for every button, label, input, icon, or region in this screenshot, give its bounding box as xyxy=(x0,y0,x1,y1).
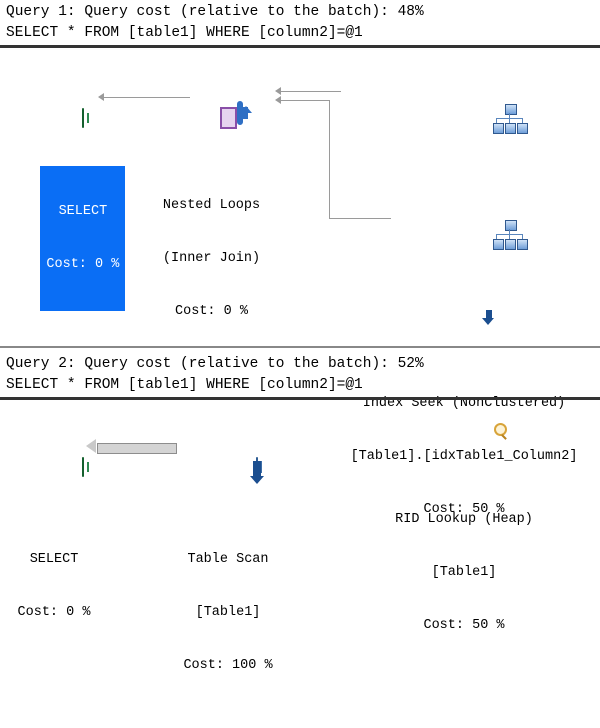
query-2-sql-text: SELECT * FROM [table1] WHERE [column2]=@… xyxy=(6,377,363,393)
result-grid-icon xyxy=(2,440,106,494)
plan-node-select-2-labels: SELECT Cost: 0 % xyxy=(17,552,91,620)
plan-node-rid-lookup-labels: RID Lookup (Heap) [Table1] Cost: 50 % xyxy=(395,512,533,633)
connector-ridlookup-vertical xyxy=(329,100,330,218)
query-2-cost-header: Query 2: Query cost (relative to the bat… xyxy=(6,356,424,372)
plan-node-table-scan-labels: Table Scan [Table1] Cost: 100 % xyxy=(183,552,273,673)
plan-node-select-1-labels: SELECT Cost: 0 % xyxy=(40,166,126,311)
plan-node-select-1[interactable]: SELECT Cost: 0 % xyxy=(2,55,126,329)
plan-node-select-2[interactable]: SELECT Cost: 0 % xyxy=(2,404,106,675)
query-1-sql-text: SELECT * FROM [table1] WHERE [column2]=@… xyxy=(6,25,363,41)
query-1-cost-header: Query 1: Query cost (relative to the bat… xyxy=(6,4,424,20)
result-grid-icon xyxy=(2,91,106,145)
nested-loops-icon xyxy=(134,86,289,140)
pane-divider xyxy=(0,346,600,348)
plan-node-nested-loops[interactable]: Nested Loops (Inner Join) Cost: 0 % xyxy=(134,50,289,374)
plan-node-table-scan[interactable]: Table Scan [Table1] Cost: 100 % xyxy=(152,404,304,728)
plan-node-nested-loops-labels: Nested Loops (Inner Join) Cost: 0 % xyxy=(162,198,261,319)
table-scan-icon xyxy=(152,440,304,494)
query-plan-pane-2[interactable]: Query 2: Query cost (relative to the bat… xyxy=(0,346,600,673)
query-plan-pane-1[interactable]: Query 1: Query cost (relative to the bat… xyxy=(0,0,600,633)
connector-nestedloops-indexseek xyxy=(281,91,341,92)
query-1-header-rule xyxy=(0,45,600,48)
query-2-header-rule xyxy=(0,397,600,400)
